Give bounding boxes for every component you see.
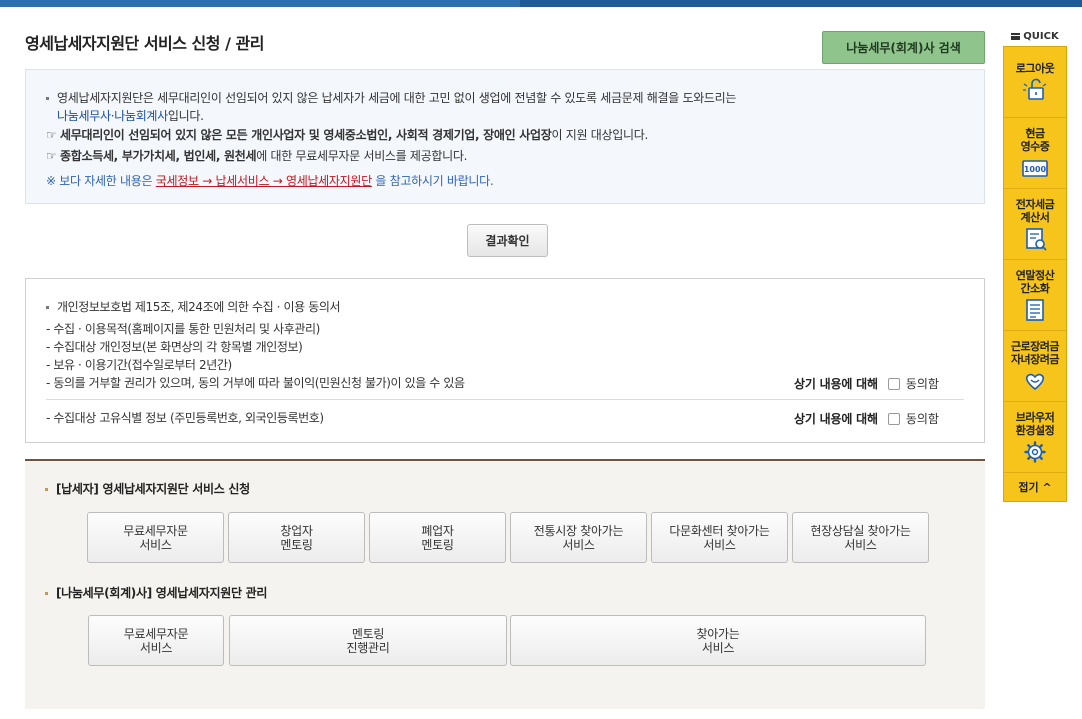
consent-item: - 수집 · 이용목적(홈페이지를 통한 민원처리 및 사후관리): [46, 322, 320, 336]
mentoring-progress-button[interactable]: 멘토링 진행관리: [229, 615, 507, 666]
invoice-icon: [1026, 227, 1047, 251]
consent-item: - 동의를 거부할 권리가 있으며, 동의 거부에 따라 불이익(민원신청 불가…: [46, 376, 465, 390]
info-note: ※ 보다 자세한 내용은 국세정보 → 납세서비스 → 영세납세자지원단 을 참…: [46, 174, 494, 188]
info-box: 영세납세자지원단은 세무대리인이 선임되어 있지 않은 납세자가 세금에 대한 …: [25, 69, 985, 204]
page-title: 영세납세자지원단 서비스 신청 / 관리: [25, 34, 264, 53]
info-line-3: ☞ 세무대리인이 선임되어 있지 않은 모든 개인사업자 및 영세중소법인, 사…: [46, 128, 648, 142]
receipt-icon: 1000: [1022, 159, 1048, 177]
bullet-icon: [45, 592, 48, 595]
menu-icon: [1011, 32, 1021, 40]
unique-id-item: - 수집대상 고유식별 정보 (주민등록번호, 외국인등록번호): [46, 411, 324, 425]
info-line-2: 나눔세무사·나눔회계사입니다.: [57, 109, 204, 123]
bullet-icon: [46, 306, 49, 309]
bullet-icon: [45, 488, 48, 491]
taxpayer-free-consulting-button[interactable]: 무료세무자문 서비스: [87, 512, 224, 563]
document-icon: [1026, 298, 1044, 321]
info-line-1: 영세납세자지원단은 세무대리인이 선임되어 있지 않은 납세자가 세금에 대한 …: [46, 89, 736, 106]
market-visit-service-button[interactable]: 전통시장 찾아가는 서비스: [510, 512, 647, 563]
tax-info-link[interactable]: 국세정보 → 납세서비스 → 영세납세자지원단: [156, 174, 372, 188]
multicultural-visit-service-button[interactable]: 다문화센터 찾아가는 서비스: [651, 512, 788, 563]
sharing-accountant-text: 나눔세무사·나눔회계사: [57, 109, 168, 123]
taxpayer-section-title: [납세자] 영세납세자지원단 서비스 신청: [45, 480, 250, 497]
quick-year-end-settlement[interactable]: 연말정산 간소화: [1004, 260, 1066, 331]
consent-item: - 수집대상 개인정보(본 화면상의 각 항목별 개인정보): [46, 340, 303, 354]
onsite-counsel-visit-service-button[interactable]: 현장상담실 찾아가는 서비스: [792, 512, 929, 563]
startup-mentoring-button[interactable]: 창업자 멘토링: [228, 512, 365, 563]
quick-header: QUICK: [1003, 26, 1067, 46]
quick-browser-settings[interactable]: 브라우저 환경설정: [1004, 402, 1066, 473]
top-bar-accent: [0, 0, 520, 7]
consent-box: 개인정보보호법 제15조, 제24조에 의한 수집 · 이용 동의서 - 수집 …: [25, 278, 985, 443]
consent-agree-row: 상기 내용에 대해 동의함: [794, 377, 939, 391]
quick-menu: QUICK 로그아웃 현금 영수증 1000 전자세금 계산서 연말정산 간소화…: [1003, 26, 1067, 502]
quick-collapse-button[interactable]: 접기 ^: [1004, 473, 1066, 501]
top-bar: [0, 0, 1082, 7]
consent-heading: 개인정보보호법 제15조, 제24조에 의한 수집 · 이용 동의서: [46, 298, 341, 315]
accountant-free-consulting-button[interactable]: 무료세무자문 서비스: [88, 615, 224, 666]
quick-panel: 로그아웃 현금 영수증 1000 전자세금 계산서 연말정산 간소화 근로장려금…: [1003, 46, 1067, 502]
quick-cash-receipt[interactable]: 현금 영수증 1000: [1004, 118, 1066, 189]
unique-id-agree-row: 상기 내용에 대해 동의함: [794, 412, 939, 426]
consent-agree-checkbox[interactable]: [887, 377, 900, 390]
accountant-section-title: [나눔세무(회계)사] 영세납세자지원단 관리: [45, 584, 267, 601]
consent-item: - 보유 · 이용기간(접수일로부터 2년간): [46, 358, 232, 372]
service-box: [납세자] 영세납세자지원단 서비스 신청 무료세무자문 서비스 창업자 멘토링 폐…: [25, 459, 985, 709]
result-check-button[interactable]: 결과확인: [467, 224, 548, 257]
svg-text:1000: 1000: [1024, 165, 1047, 174]
gear-icon: [1024, 440, 1046, 463]
accountant-search-button[interactable]: 나눔세무(회계)사 검색: [822, 31, 985, 64]
quick-incentive[interactable]: 근로장려금 자녀장려금: [1004, 331, 1066, 402]
visit-service-button[interactable]: 찾아가는 서비스: [510, 615, 926, 666]
bullet-icon: [46, 97, 49, 100]
divider: [46, 399, 964, 400]
info-line-4: ☞ 종합소득세, 부가가치세, 법인세, 원천세에 대한 무료세무자문 서비스를…: [46, 149, 468, 163]
quick-logout[interactable]: 로그아웃: [1004, 47, 1066, 118]
heart-hands-icon: [1025, 373, 1045, 390]
unique-id-agree-checkbox[interactable]: [887, 412, 900, 425]
unlock-icon: [1023, 78, 1047, 100]
quick-e-tax-invoice[interactable]: 전자세금 계산서: [1004, 189, 1066, 260]
closure-mentoring-button[interactable]: 폐업자 멘토링: [369, 512, 506, 563]
